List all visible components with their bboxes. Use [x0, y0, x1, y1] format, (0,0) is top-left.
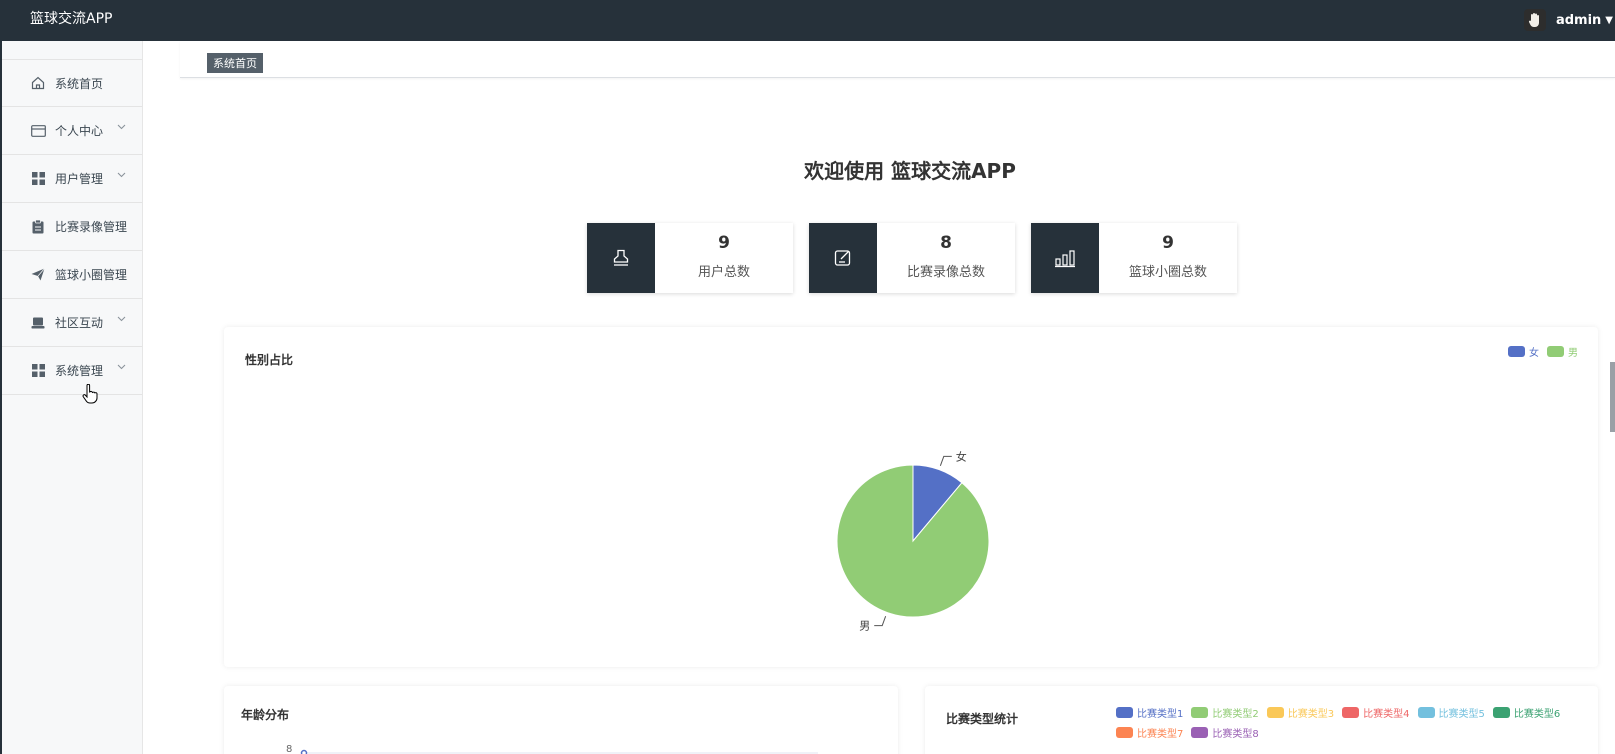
clipboard-icon: [30, 219, 46, 235]
legend-label: 比赛类型2: [1212, 708, 1259, 720]
sidebar-item-circle-management[interactable]: 篮球小圈管理: [2, 251, 142, 299]
breadcrumb-home[interactable]: 系统首页: [207, 53, 263, 73]
legend-label: 比赛类型4: [1363, 708, 1410, 720]
card-icon: [30, 123, 46, 139]
legend-item[interactable]: 比赛类型2: [1191, 702, 1259, 722]
stat-label: 比赛录像总数: [906, 265, 985, 280]
legend-item[interactable]: 比赛类型5: [1417, 702, 1485, 722]
user-menu[interactable]: admin ▼: [1523, 5, 1615, 35]
sidebar-item-home[interactable]: 系统首页: [2, 59, 142, 107]
chevron-down-icon[interactable]: [117, 124, 126, 130]
pie-label-line: [939, 455, 952, 466]
legend-item[interactable]: 比赛类型1: [1116, 702, 1183, 722]
age-chart-axis: [300, 749, 818, 754]
legend-item[interactable]: 比赛类型6: [1492, 702, 1561, 722]
legend-item[interactable]: 比赛类型7: [1116, 722, 1183, 742]
legend-swatch: [1116, 726, 1133, 738]
sidebar-item-label: 篮球小圈管理: [55, 268, 128, 282]
gender-chart-panel: 性别占比 女男 女男: [224, 327, 1598, 667]
stat-label: 用户总数: [697, 265, 750, 280]
stat-value: 8: [940, 233, 952, 253]
legend-item[interactable]: 比赛类型8: [1191, 722, 1259, 742]
legend-swatch: [1116, 706, 1133, 718]
legend-swatch: [1191, 726, 1209, 738]
age-chart-panel: 年龄分布 8: [224, 686, 898, 754]
sidebar-item-label: 用户管理: [55, 172, 104, 186]
hand-icon: [1528, 13, 1539, 28]
legend-swatch: [1342, 706, 1360, 718]
legend-label: 比赛类型5: [1438, 708, 1485, 720]
edit-icon: [809, 223, 877, 293]
pie-label: 女: [956, 449, 967, 463]
username[interactable]: admin: [1556, 13, 1601, 28]
legend-swatch: [1266, 706, 1284, 718]
legend-swatch: [1191, 706, 1209, 718]
sidebar-item-label: 比赛录像管理: [55, 220, 128, 234]
match-type-chart-panel: 比赛类型统计 比赛类型1 比赛类型2 比赛类型3 比赛类型4 比赛类型5 比赛类型6 比赛类…: [925, 686, 1598, 754]
grid-icon: [30, 363, 46, 379]
stat-card-users: 9 用户总数: [587, 223, 793, 293]
stat-label: 篮球小圈总数: [1128, 265, 1207, 280]
stat-card-match-videos: 8 比赛录像总数: [809, 223, 1015, 293]
legend-item[interactable]: 比赛类型3: [1266, 702, 1335, 722]
bar-chart-icon: [1031, 223, 1099, 293]
legend-label: 比赛类型8: [1212, 728, 1259, 740]
grid-icon: [30, 171, 46, 187]
sidebar-item-match-video-management[interactable]: 比赛录像管理: [2, 203, 142, 251]
panel-title: 比赛类型统计: [946, 712, 1019, 726]
stat-value: 9: [718, 233, 730, 253]
legend-label: 比赛类型7: [1137, 728, 1184, 740]
pointer-cursor-icon: [82, 384, 98, 404]
stat-value: 9: [1162, 233, 1174, 253]
sidebar-item-label: 社区互动: [55, 316, 104, 330]
sidebar-item-community[interactable]: 社区互动: [2, 299, 142, 347]
gender-pie-chart: 女男: [836, 449, 990, 633]
sidebar: 系统首页 个人中心 用户管理 比赛录像管理 篮球小圈管理 社区互动 系统管理: [0, 41, 143, 754]
welcome-title: 欢迎使用 篮球交流APP: [804, 159, 1016, 183]
chevron-down-icon[interactable]: [117, 316, 126, 322]
legend-swatch: [1417, 706, 1435, 718]
pie-slice[interactable]: [836, 464, 990, 618]
breadcrumb: 系统首页: [180, 41, 1615, 78]
chevron-down-icon[interactable]: [117, 364, 126, 370]
legend-label: 比赛类型3: [1287, 708, 1335, 720]
sidebar-item-system-management[interactable]: 系统管理: [2, 347, 142, 395]
sidebar-item-personal-center[interactable]: 个人中心: [2, 107, 142, 155]
caret-down-icon[interactable]: ▼: [1605, 15, 1613, 26]
sidebar-item-user-management[interactable]: 用户管理: [2, 155, 142, 203]
legend-item[interactable]: 比赛类型4: [1342, 702, 1410, 722]
avatar[interactable]: [1523, 9, 1546, 31]
sidebar-item-label: 个人中心: [55, 124, 104, 138]
pie-label: 男: [859, 620, 870, 633]
legend-swatch: [1492, 706, 1510, 718]
send-icon: [30, 267, 46, 283]
scrollbar[interactable]: [1610, 362, 1615, 432]
top-bar: 篮球交流APP admin ▼: [0, 0, 1615, 41]
stat-card-circles: 9 篮球小圈总数: [1031, 223, 1237, 293]
laptop-icon: [30, 315, 46, 331]
sidebar-item-label: 系统管理: [55, 364, 104, 378]
pie-label-line: [874, 616, 887, 627]
sidebar-item-label: 系统首页: [55, 76, 104, 91]
chevron-down-icon[interactable]: [117, 172, 126, 178]
legend-label: 比赛类型6: [1513, 708, 1561, 720]
chart-legend: 比赛类型1 比赛类型2 比赛类型3 比赛类型4 比赛类型5 比赛类型6 比赛类型7 比赛类型8: [1108, 702, 1583, 742]
legend-label: 比赛类型1: [1137, 708, 1184, 720]
stamp-icon: [587, 223, 655, 293]
home-icon: [30, 75, 46, 91]
app-title: 篮球交流APP: [30, 11, 113, 27]
